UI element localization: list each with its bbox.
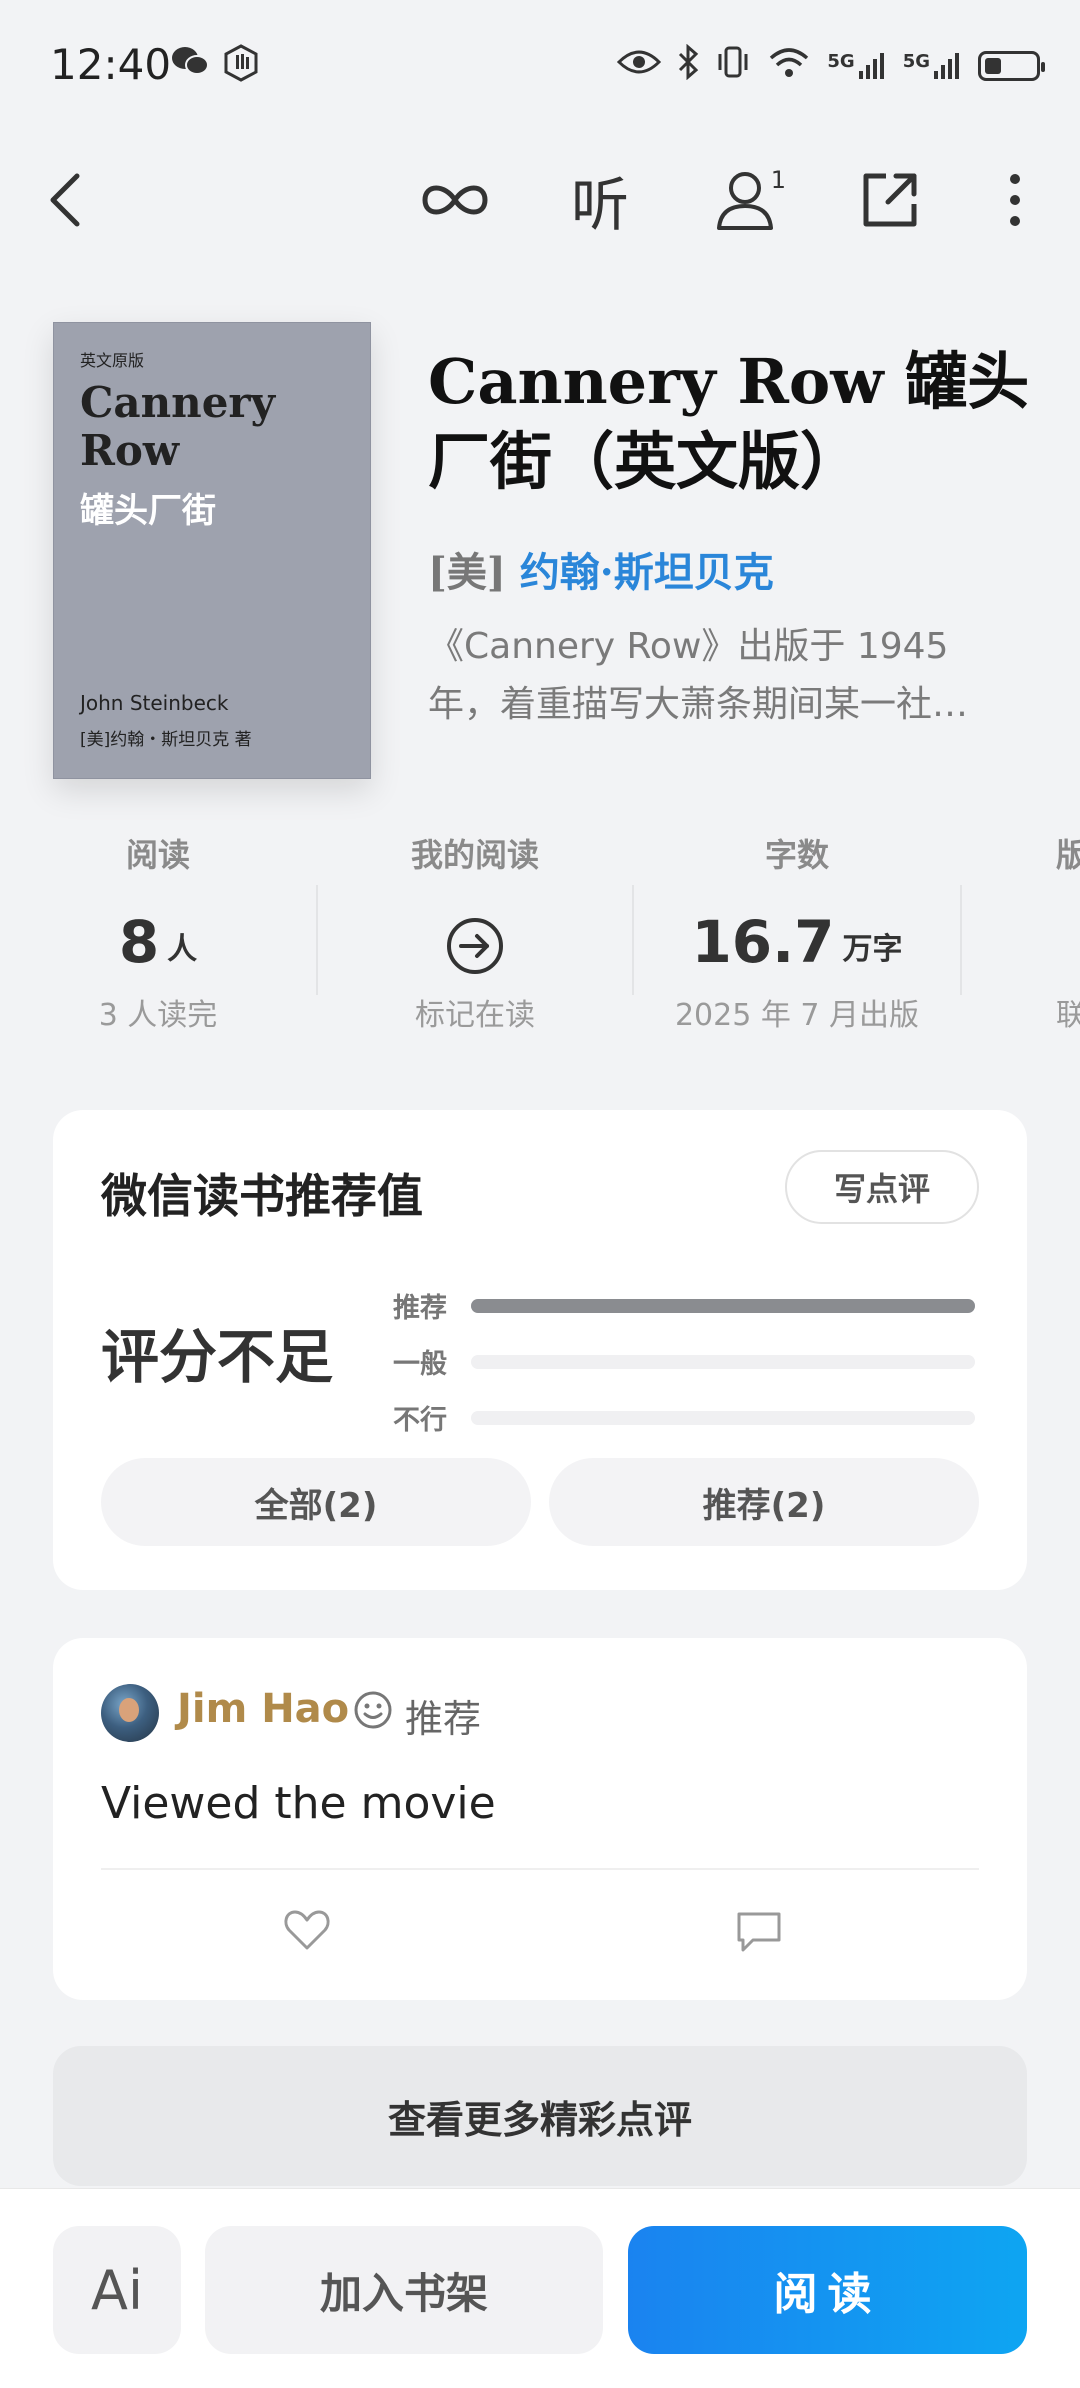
avatar[interactable] [101,1684,159,1742]
divider [101,1868,979,1870]
stat-readers[interactable]: 阅读 8人 3 人读完 [8,830,308,1034]
status-bar: 12:40 5G 5G [0,0,1080,120]
notification-icons [170,44,260,91]
cover-edition: 英文原版 [80,351,145,370]
bar-track [471,1410,975,1425]
book-cover[interactable]: 英文原版 Cannery Row 罐头厂街 John Steinbeck [美]… [53,322,371,779]
heart-icon[interactable] [283,1908,331,1956]
author-link[interactable]: 约翰·斯坦贝克 [520,549,774,596]
stat-edition[interactable]: 版 联 [1056,830,1080,1034]
bluetooth-icon [677,43,699,88]
divider [316,885,318,995]
filter-all-button[interactable]: 全部(2) [101,1458,531,1546]
cover-author-cn: [美]约翰・斯坦贝克 著 [80,730,252,750]
comment-icon[interactable] [735,1910,783,1958]
bottom-bar: Ai 加入书架 阅读 [0,2188,1080,2388]
review-username[interactable]: Jim Hao [177,1686,349,1732]
stats-row: 阅读 8人 3 人读完 我的阅读 标记在读 字数 16.7 万字 2025 年 7… [0,830,1080,1050]
cover-title: Cannery Row [80,378,275,475]
vibrate-icon [715,44,751,88]
bar-label: 不行 [393,1405,447,1436]
top-nav: 听 1 [0,140,1080,260]
author-nationality: [美] [428,549,506,596]
book-title: Cannery Row 罐头厂街（英文版） [428,345,1030,498]
stat-sub: 联 [1056,998,1080,1033]
author-row: [美] 约翰·斯坦贝克 [428,540,774,598]
filter-recommend-button[interactable]: 推荐(2) [549,1458,979,1546]
ai-label: Ai [91,2258,143,2322]
divider [960,885,962,995]
stat-label: 阅读 [125,836,190,874]
signal-icon-1: 5G [827,51,886,81]
wechat-icon [170,44,210,91]
rating-bar-average: 一般 [393,1342,975,1381]
battery-icon [978,51,1045,81]
rating-title: 微信读书推荐值 [101,1169,423,1223]
bar-fill [471,1298,975,1313]
share-icon[interactable] [850,140,930,260]
stat-sub: 2025 年 7 月出版 [674,998,920,1033]
cover-subtitle: 罐头厂街 [80,491,216,531]
back-icon[interactable] [30,140,100,260]
book-description[interactable]: 《Cannery Row》出版于 1945 年，着重描写大萧条期间某一社… [428,618,1028,734]
stat-word-count[interactable]: 字数 16.7 万字 2025 年 7 月出版 [647,830,947,1034]
bar-label: 一般 [393,1349,447,1380]
smile-icon [353,1690,393,1730]
write-review-button[interactable]: 写点评 [785,1150,979,1224]
more-icon[interactable] [990,140,1040,260]
hand-icon [222,44,260,91]
eye-icon [617,47,662,85]
stat-label: 版 [1056,836,1080,874]
bar-track [471,1354,975,1369]
friends-badge: 1 [770,166,786,194]
cover-author-en: John Steinbeck [80,691,229,715]
stat-sub: 标记在读 [415,998,535,1033]
rating-bar-bad: 不行 [393,1398,975,1437]
ai-button[interactable]: Ai [53,2226,181,2354]
stat-my-reading[interactable]: 我的阅读 标记在读 [325,830,625,1034]
friends-icon[interactable]: 1 [700,140,800,260]
rating-bar-recommend: 推荐 [393,1286,975,1325]
more-reviews-button[interactable]: 查看更多精彩点评 [53,2046,1027,2186]
infinity-icon[interactable] [410,140,500,260]
stat-label: 字数 [764,836,829,874]
signal-icon-2: 5G [903,51,962,81]
bar-track [471,1298,975,1313]
divider [632,885,634,995]
review-verdict: 推荐 [405,1697,482,1741]
rating-score: 评分不足 [101,1323,334,1391]
status-time: 12:40 [50,40,172,89]
stat-value: 16.7 万字 [691,908,903,976]
stat-sub: 3 人读完 [98,998,218,1033]
review-card[interactable]: Jim Hao 推荐 Viewed the movie [53,1638,1027,2000]
review-text[interactable]: Viewed the movie [101,1778,496,1829]
wifi-icon [767,44,811,88]
listen-button[interactable]: 听 [560,140,640,260]
status-right: 5G 5G [617,43,1045,88]
stat-value: 8人 [118,908,198,976]
read-button[interactable]: 阅读 [628,2226,1027,2354]
add-to-shelf-button[interactable]: 加入书架 [205,2226,603,2354]
rating-card: 微信读书推荐值 写点评 评分不足 推荐 一般 不行 全部(2) 推荐(2) [53,1110,1027,1590]
bar-label: 推荐 [393,1293,447,1324]
stat-label: 我的阅读 [410,836,539,874]
mark-reading-icon [325,900,625,976]
